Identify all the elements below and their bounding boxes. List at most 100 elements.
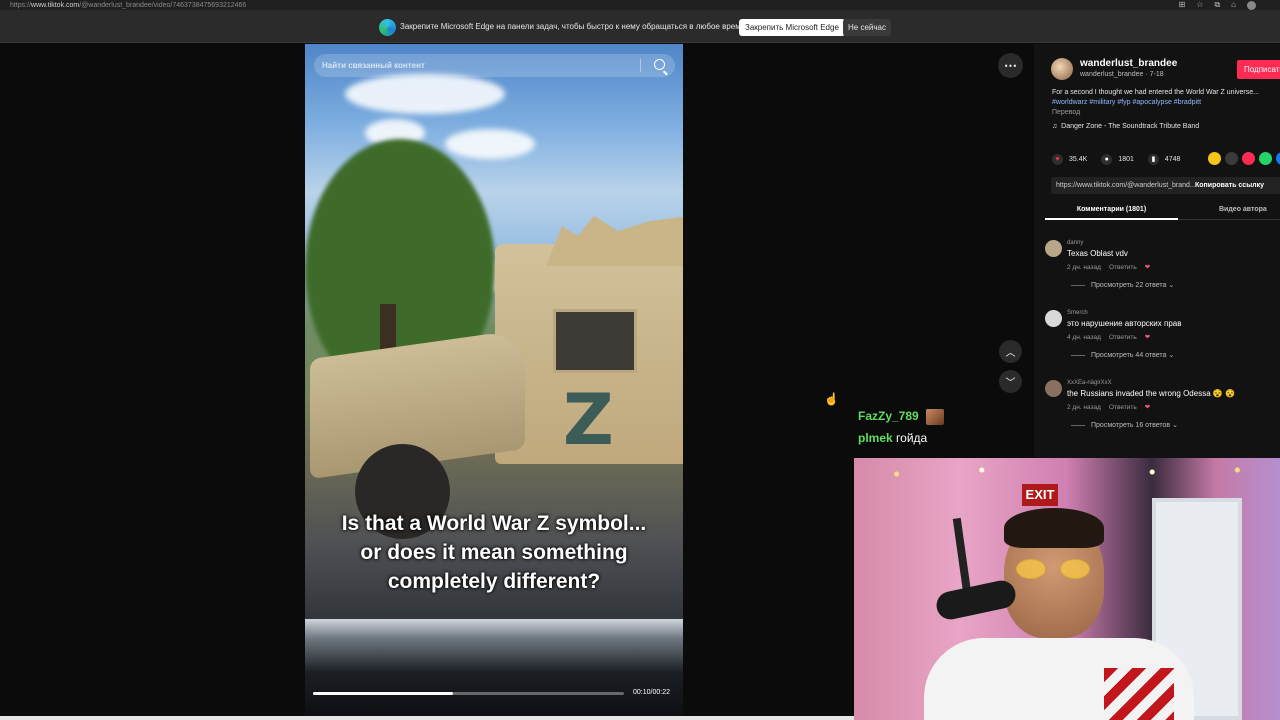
vehicle-z-symbol: Z: [563, 379, 614, 461]
music-title: Danger Zone - The Soundtrack Tribute Ban…: [1061, 123, 1200, 130]
embed-icon[interactable]: [1225, 152, 1238, 165]
copy-link-button[interactable]: Копировать ссылку: [1195, 177, 1264, 194]
bookmark-icon[interactable]: ▮: [1147, 153, 1159, 165]
video-timecode: 00:10/00:22: [633, 689, 670, 696]
string-lights: [854, 458, 1280, 498]
commenter-name[interactable]: Smerch: [1067, 310, 1088, 316]
video-player[interactable]: Z Найти связанный контент Is that a Worl…: [305, 44, 683, 716]
car-dashboard: [305, 619, 683, 716]
browser-address-bar[interactable]: https://www.tiktok.com/@wanderlust_brand…: [0, 0, 1280, 10]
view-replies-label: Просмотреть 22 ответа: [1091, 282, 1167, 289]
author-name[interactable]: wanderlust_brandee: [1080, 58, 1177, 69]
extensions-icon[interactable]: ⊞: [1179, 0, 1186, 10]
author-subtitle: wanderlust_brandee · 7-18: [1080, 71, 1164, 78]
send-icon[interactable]: [1242, 152, 1255, 165]
url-text[interactable]: https://www.tiktok.com/@wanderlust_brand…: [10, 2, 246, 9]
not-now-button[interactable]: Не сейчас: [843, 19, 891, 36]
share-buttons: [1208, 152, 1280, 165]
facebook-icon[interactable]: [1276, 152, 1280, 165]
creator-liked-icon: ❤: [1144, 264, 1151, 271]
heart-icon[interactable]: ♥: [1052, 153, 1063, 165]
creator-liked-icon: ❤: [1144, 404, 1151, 411]
tab-author-videos[interactable]: Видео автора: [1219, 199, 1267, 220]
post-hashtags[interactable]: #worldwarz #military #fyp #apocalypse #b…: [1052, 99, 1201, 106]
previous-video-button[interactable]: ︿: [999, 340, 1022, 363]
vehicle-window: [553, 309, 637, 373]
comment-meta: 4 дн. назад Ответить ❤: [1067, 333, 1150, 341]
reply-button[interactable]: Ответить: [1109, 264, 1137, 271]
caption-line: Is that a World War Z symbol...: [341, 512, 647, 535]
post-description: For a second I thought we had entered th…: [1052, 89, 1259, 96]
whatsapp-icon[interactable]: [1259, 152, 1272, 165]
chat-text: гойда: [896, 431, 928, 445]
reply-button[interactable]: Ответить: [1109, 334, 1137, 341]
chevron-down-icon: ⌄: [1168, 352, 1175, 359]
vehicle-turret: [546, 216, 683, 266]
post-details-panel: wanderlust_brandee wanderlust_brandee · …: [1034, 44, 1280, 458]
chat-message: FazZy_789: [858, 405, 945, 427]
streamer-glasses: [1016, 559, 1092, 579]
view-replies-button[interactable]: Просмотреть 22 ответа ⌄: [1071, 281, 1174, 289]
split-screen-icon[interactable]: ⧉: [1214, 0, 1220, 10]
translate-link[interactable]: Перевод: [1052, 109, 1080, 116]
comment-text: это нарушение авторских прав: [1067, 319, 1182, 328]
reply-button[interactable]: Ответить: [1109, 404, 1137, 411]
chat-message: plmek гойда: [858, 427, 944, 449]
comment-time: 2 дн. назад: [1067, 264, 1101, 271]
author-avatar[interactable]: [1051, 58, 1073, 80]
edge-pin-banner: Закрепите Microsoft Edge на панели задач…: [0, 10, 1280, 43]
commenter-avatar[interactable]: [1045, 380, 1062, 397]
music-track[interactable]: ♫ Danger Zone - The Soundtrack Tribute B…: [1052, 123, 1199, 130]
commenter-name[interactable]: XxXEa-nägirXxX: [1067, 380, 1112, 386]
comment-time: 2 дн. назад: [1067, 404, 1101, 411]
view-replies-button[interactable]: Просмотреть 44 ответа ⌄: [1071, 351, 1174, 359]
favorite-icon[interactable]: ☆: [1196, 0, 1203, 10]
saves-count: 4748: [1164, 155, 1181, 163]
microphone: [933, 577, 1019, 623]
comment-icon[interactable]: ●: [1101, 153, 1113, 165]
comment-meta: 2 дн. назад Ответить ❤: [1067, 263, 1150, 271]
view-replies-label: Просмотреть 16 ответов: [1091, 422, 1171, 429]
follow-button[interactable]: Подписаться: [1237, 60, 1280, 79]
comment-item: XxXEa-nägirXxX the Russians invaded the …: [1045, 380, 1280, 444]
search-icon[interactable]: [654, 59, 665, 70]
chevron-down-icon: ﹀: [1005, 378, 1016, 389]
creator-liked-icon: ❤: [1144, 334, 1151, 341]
search-divider: [640, 59, 641, 72]
striped-flag: [1104, 668, 1174, 720]
share-link-field[interactable]: https://www.tiktok.com/@wanderlust_brand…: [1051, 177, 1280, 194]
comments-count: 1801: [1118, 155, 1134, 163]
comment-item: danny Texas Oblast vdv 2 дн. назад Ответи…: [1045, 240, 1280, 304]
comment-time: 4 дн. назад: [1067, 334, 1101, 341]
more-options-button[interactable]: ⋯: [998, 53, 1023, 78]
likes-count: 35.4K: [1069, 155, 1088, 163]
commenter-name[interactable]: danny: [1067, 240, 1083, 246]
related-search-input[interactable]: Найти связанный контент: [314, 54, 675, 77]
caption-line: or does it mean something: [360, 541, 628, 564]
collections-icon[interactable]: ⌂: [1231, 0, 1236, 10]
browser-toolbar-icons: ⊞ ☆ ⧉ ⌂: [1179, 0, 1256, 10]
next-video-button[interactable]: ﹀: [999, 370, 1022, 393]
commenter-avatar[interactable]: [1045, 240, 1062, 257]
pin-edge-button[interactable]: Закрепить Microsoft Edge: [739, 19, 845, 36]
coin-icon[interactable]: [1208, 152, 1221, 165]
stream-chat-overlay: FazZy_789 plmek гойда: [858, 405, 945, 449]
comment-meta: 2 дн. назад Ответить ❤: [1067, 403, 1150, 411]
video-progress-bar[interactable]: [313, 692, 624, 695]
music-note-icon: ♫: [1052, 123, 1058, 130]
view-replies-button[interactable]: Просмотреть 16 ответов ⌄: [1071, 421, 1178, 429]
edge-logo-icon: [379, 19, 396, 36]
comment-text: the Russians invaded the wrong Odessa 😵 …: [1067, 389, 1236, 398]
commenter-avatar[interactable]: [1045, 310, 1062, 327]
share-link-text: https://www.tiktok.com/@wanderlust_brand…: [1056, 182, 1196, 189]
profile-avatar[interactable]: [1247, 1, 1256, 10]
chat-username: FazZy_789: [858, 409, 919, 423]
mouse-cursor-icon: ☝: [824, 392, 839, 406]
panel-tabs: Комментарии (1801) Видео автора: [1045, 199, 1280, 220]
chevron-down-icon: ⌄: [1168, 282, 1175, 289]
edge-banner-message: Закрепите Microsoft Edge на панели задач…: [400, 22, 746, 31]
view-replies-label: Просмотреть 44 ответа: [1091, 352, 1167, 359]
exit-sign: EXIT: [1022, 484, 1058, 506]
engagement-stats: ♥ 35.4K ● 1801 ▮ 4748: [1052, 152, 1194, 166]
tab-comments[interactable]: Комментарии (1801): [1045, 199, 1178, 220]
